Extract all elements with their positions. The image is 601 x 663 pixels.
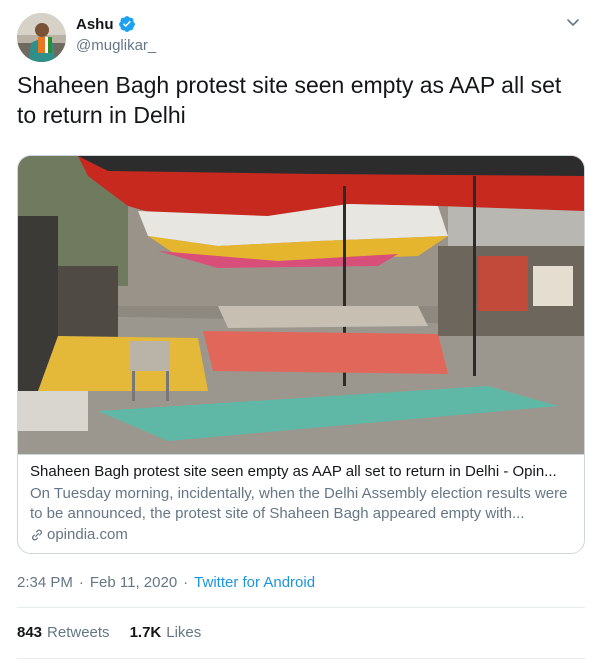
retweets-stat[interactable]: 843 Retweets [17, 624, 110, 641]
meta-separator: · [183, 574, 189, 591]
tweet-date[interactable]: Feb 11, 2020 [90, 574, 177, 591]
author-name[interactable]: Ashu [76, 16, 114, 33]
card-title: Shaheen Bagh protest site seen empty as … [30, 463, 557, 480]
link-card[interactable]: Shaheen Bagh protest site seen empty as … [17, 155, 585, 554]
author-handle[interactable]: @muglikar_ [76, 37, 156, 54]
likes-label: Likes [166, 624, 202, 641]
divider [17, 658, 585, 659]
retweets-count: 843 [17, 624, 43, 641]
avatar[interactable] [17, 13, 66, 62]
retweets-label: Retweets [47, 624, 110, 641]
tweet-source-link[interactable]: Twitter for Android [194, 574, 315, 591]
likes-stat[interactable]: 1.7K Likes [130, 624, 202, 641]
divider [17, 607, 585, 608]
card-domain: opindia.com [47, 526, 128, 543]
tweet-meta: 2:34 PM · Feb 11, 2020 · Twitter for And… [17, 574, 315, 591]
avatar-image [17, 13, 66, 62]
card-image [18, 156, 584, 454]
card-description: On Tuesday morning, incidentally, when t… [30, 485, 568, 522]
meta-separator: · [78, 574, 84, 591]
tweet-time[interactable]: 2:34 PM [17, 574, 73, 591]
verified-badge-icon [118, 15, 136, 33]
card-domain-row: opindia.com [30, 525, 572, 545]
tweet-stats: 843 Retweets 1.7K Likes [17, 624, 221, 641]
link-icon [30, 528, 44, 542]
chevron-down-icon[interactable] [565, 14, 581, 30]
tweet: Ashu @muglikar_ Shaheen Bagh protest sit… [0, 0, 601, 663]
author-name-row: Ashu [76, 14, 156, 34]
tweet-text: Shaheen Bagh protest site seen empty as … [17, 72, 562, 128]
likes-count: 1.7K [129, 624, 162, 641]
author-info[interactable]: Ashu @muglikar_ [76, 14, 156, 55]
card-body: Shaheen Bagh protest site seen empty as … [18, 454, 584, 553]
